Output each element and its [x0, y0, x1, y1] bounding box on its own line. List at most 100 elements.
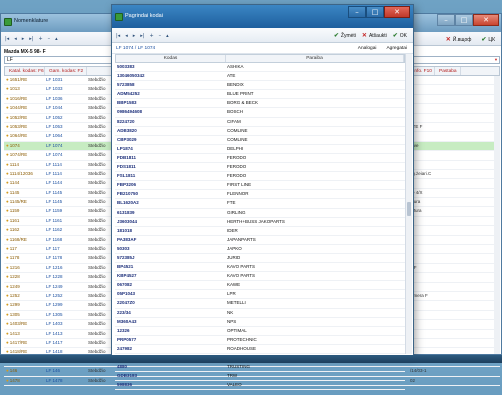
table-row[interactable]: J3603044 HERTH+BUSS JAKOPARTS [115, 218, 405, 227]
table-row[interactable]: PRP0577 PROTECHNIC [115, 336, 405, 345]
table-row[interactable]: BBP1583 BORG & BECK [115, 99, 405, 109]
maximize-button[interactable]: □ [455, 14, 473, 26]
post-record-icon[interactable]: ▴ [55, 36, 58, 42]
table-row[interactable]: 181018 IDER [115, 227, 405, 236]
table-row[interactable]: 05P1043 LPR [115, 290, 405, 300]
table-row[interactable]: M360A43 NPS [115, 318, 405, 327]
dialog-post-record-icon[interactable]: ▴ [166, 33, 169, 39]
close-button[interactable]: ✕ [473, 14, 499, 26]
table-row[interactable]: ADM54252 BLUE PRINT [115, 90, 405, 100]
status-dot-icon: ● [6, 292, 9, 298]
dialog-maximize-button[interactable]: □ [366, 6, 384, 18]
table-row[interactable]: 50303 JAPKO [115, 245, 405, 254]
column-header-note[interactable]: Pastaba [435, 67, 461, 75]
background-right-body: ATE F fove fig.żeiari.C ID 4/X Mura fMura 6 F d… [408, 76, 500, 395]
brand-cell: TRW [227, 373, 238, 379]
manufacturer-code-cell: LF 1064 [46, 133, 63, 139]
brand-cell: DELPHI [227, 145, 244, 151]
dialog-add-record-icon[interactable]: + [149, 33, 153, 39]
table-row[interactable]: 4880 TRUSTING [115, 363, 405, 373]
table-row[interactable]: GDB3183 TRW [115, 372, 405, 382]
dialog-close-button[interactable]: ✕ [384, 6, 410, 18]
table-row[interactable]: FBP3206 FIRST LINE [115, 181, 405, 191]
table-row[interactable]: 22047Z0 METELLI [115, 299, 405, 309]
table-row[interactable]: KBP4527 KAVO PARTS [115, 272, 405, 282]
table-row[interactable]: 5003383 ASHIKA [115, 63, 405, 73]
prev-record-icon[interactable]: ◂ [14, 36, 17, 42]
catalog-code-text: 1145 [9, 189, 20, 195]
next-record-icon[interactable]: ▸ [22, 36, 25, 42]
table-row[interactable]: 0986494608 BOSCH [115, 108, 405, 118]
column-header-catalog-code[interactable]: Katal. kodas: F6 [5, 67, 45, 75]
tab-aggregates[interactable]: Agregatai [386, 46, 407, 51]
table-row[interactable]: FSL1811 FERODO [115, 172, 405, 182]
codes-table-header: Kodas Paraiba [115, 54, 405, 63]
flag-cell: Stebdžio [88, 321, 106, 327]
table-row[interactable]: BP4521 KAVO PARTS [115, 263, 405, 273]
manufacturer-code-cell: LF 1044 [46, 105, 63, 111]
manufacturer-code-cell: LF 117 [46, 246, 60, 252]
dialog-scrollbar[interactable] [405, 54, 412, 354]
table-row[interactable]: FDB1811 FERODO [115, 154, 405, 164]
dropdown-arrow-icon[interactable]: ▼ [494, 57, 498, 63]
catalog-code-cell: ●1249 [4, 283, 44, 291]
code-cell: 4880 [117, 364, 128, 370]
table-row[interactable]: 598836 VALEO [115, 381, 405, 391]
minimize-button[interactable]: – [437, 14, 455, 26]
dialog-cancel-button[interactable]: ✕ Atšaukti [362, 32, 387, 40]
manufacturer-code-cell: LF 1074 [46, 142, 63, 148]
status-dot-icon: ● [6, 180, 9, 186]
flag-cell: Stebdžio [88, 368, 106, 374]
status-dot-icon: ● [6, 95, 9, 101]
background-cancel-button[interactable]: ✕ Й.вщоф [446, 36, 472, 44]
table-row[interactable]: 247982 ROADHOUSE [115, 345, 405, 354]
table-row[interactable]: CBP3029 COMLINE [115, 136, 405, 145]
add-record-icon[interactable]: + [38, 36, 42, 42]
dialog-first-record-icon[interactable]: |◂ [116, 33, 120, 39]
table-row[interactable]: 572385J JURID [115, 254, 405, 264]
background-scrollbar[interactable] [494, 76, 500, 354]
dialog-prev-record-icon[interactable]: ◂ [125, 33, 128, 39]
select-button[interactable]: ✔ Žymėti [334, 32, 356, 40]
table-row[interactable]: 5723858 BENDIX [115, 81, 405, 91]
dialog-ok-button[interactable]: ✔ OK [393, 32, 407, 40]
table-row[interactable]: FDS1811 FERODO [115, 163, 405, 173]
tab-analogs[interactable]: Analogai [358, 46, 377, 51]
code-cell: 067082 [117, 282, 133, 288]
status-dot-icon: ● [6, 349, 9, 355]
table-row[interactable]: BL1620A2 FTE [115, 199, 405, 209]
dialog-window-buttons: – □ ✕ [348, 6, 410, 18]
table-row[interactable]: ADB3820 COMLINE [115, 127, 405, 136]
table-row[interactable]: PA383AF JAPANPARTS [115, 236, 405, 245]
dialog-last-record-icon[interactable]: ▸| [140, 33, 144, 39]
table-row[interactable]: 067082 KAWE [115, 281, 405, 291]
column-header-manufacturer-code[interactable]: Gam. kodas: F2 [45, 67, 87, 75]
dialog-minimize-button[interactable]: – [348, 6, 366, 18]
column-header-brand[interactable]: Paraiba [226, 55, 404, 62]
table-row[interactable]: 13046050342 ATE [115, 72, 405, 82]
brand-cell: BLUE PRINT [227, 91, 254, 97]
catalog-code-text: 117 [9, 246, 17, 252]
code-cell: 22047Z0 [117, 300, 135, 306]
dialog-next-record-icon[interactable]: ▸ [133, 33, 136, 39]
delete-record-icon[interactable]: – [48, 36, 51, 42]
catalog-code-text: 1299 [9, 302, 20, 308]
table-row[interactable]: 8224720 CIFAM [115, 118, 405, 127]
column-header-code[interactable]: Kodas [116, 55, 226, 62]
table-row[interactable]: 223/34 NK [115, 309, 405, 318]
dialog-scroll-thumb[interactable] [407, 202, 411, 216]
dialog-delete-record-icon[interactable]: – [159, 33, 162, 39]
note-cell [408, 273, 500, 282]
first-record-icon[interactable]: |◂ [5, 36, 9, 42]
table-row[interactable]: 12326 OPTIMAL [115, 327, 405, 336]
catalog-code-text: 1052/RE [9, 114, 28, 120]
table-row[interactable]: LP1874 DELPHI [115, 145, 405, 154]
last-record-icon[interactable]: ▸| [29, 36, 33, 42]
table-row[interactable]: FB210750 FLENNOR [115, 190, 405, 200]
catalog-code-text: 1168/RE [9, 236, 27, 242]
note-cell [408, 254, 500, 263]
table-row[interactable]: 6131839 GIRLING [115, 209, 405, 218]
note-cell [408, 104, 500, 113]
background-ok-button[interactable]: ✔ ЦК [481, 36, 495, 44]
note-cell [408, 339, 500, 348]
